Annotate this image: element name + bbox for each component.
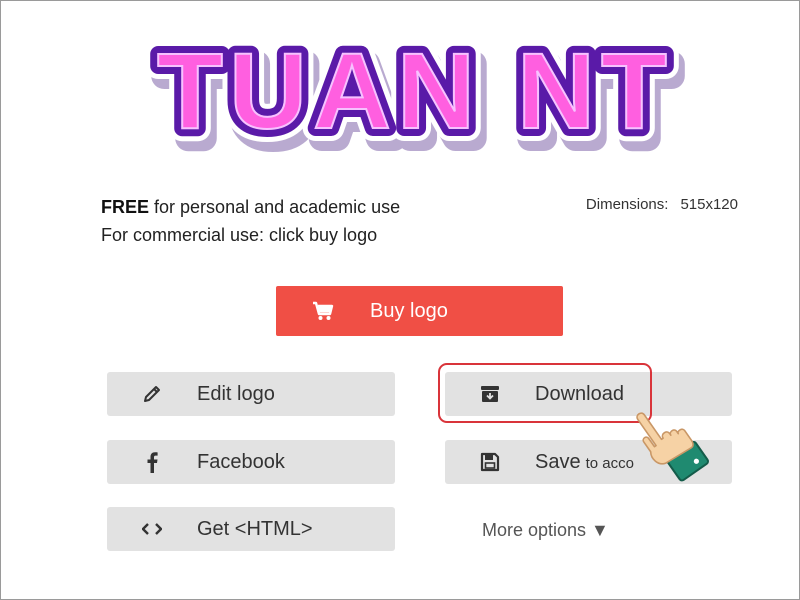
logo-image: TUAN NT TUAN NT TUAN NT TUAN NT xyxy=(100,28,730,153)
dimensions-value: 515x120 xyxy=(680,196,738,213)
license-commercial-line: For commercial use: click buy logo xyxy=(101,225,378,245)
pencil-icon xyxy=(107,384,197,404)
free-label: FREE xyxy=(101,197,150,217)
cart-icon xyxy=(276,301,370,321)
license-text: FREE for personal and academic use For c… xyxy=(101,193,400,249)
edit-logo-button[interactable]: Edit logo xyxy=(107,372,395,416)
facebook-button[interactable]: Facebook xyxy=(107,440,395,484)
dimensions-label: Dimensions: xyxy=(585,196,669,213)
facebook-label: Facebook xyxy=(197,450,285,473)
license-free-line: FREE for personal and academic use xyxy=(101,193,400,221)
save-word: Save xyxy=(535,450,581,473)
download-box-icon xyxy=(445,385,535,403)
buy-logo-label: Buy logo xyxy=(370,299,448,322)
get-html-button[interactable]: Get <HTML> xyxy=(107,507,395,551)
buy-logo-button[interactable]: Buy logo xyxy=(276,286,563,336)
download-label: Download xyxy=(535,382,624,405)
free-description: for personal and academic use xyxy=(154,197,401,217)
svg-text:TUAN NT: TUAN NT xyxy=(157,30,673,151)
floppy-disk-icon xyxy=(445,452,535,472)
more-options-link[interactable]: More options ▼ xyxy=(482,520,609,541)
facebook-icon xyxy=(107,451,197,473)
edit-logo-label: Edit logo xyxy=(197,382,275,405)
code-icon xyxy=(107,522,197,536)
dimensions-info: Dimensions: 515x120 xyxy=(586,196,738,213)
get-html-label: Get <HTML> xyxy=(197,517,313,540)
pointing-hand-icon xyxy=(620,398,720,498)
